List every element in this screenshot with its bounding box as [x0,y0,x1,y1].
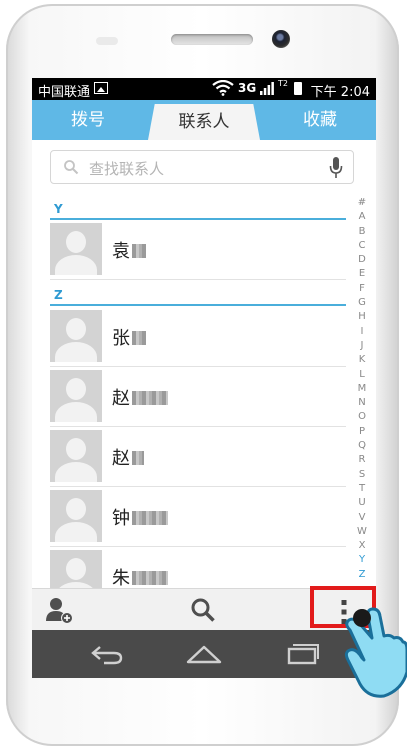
index-letter[interactable]: E [354,267,370,281]
index-letter[interactable]: A [354,210,370,224]
index-letter[interactable]: P [354,425,370,439]
index-letter[interactable]: # [354,196,370,210]
avatar [50,223,102,275]
index-letter[interactable]: G [354,296,370,310]
signal-icon [260,82,274,95]
search-input[interactable]: 查找联系人 [50,150,354,184]
battery-icon [294,82,302,95]
list-item[interactable]: 赵 [50,368,346,427]
avatar [50,430,102,482]
home-icon[interactable] [185,642,223,666]
avatar [50,370,102,422]
image-notification-icon [94,82,108,94]
list-item[interactable]: 钟 [50,488,346,547]
status-bar: 中国联通 3G T2 下午 2:04 [32,78,376,100]
contact-name: 朱 [112,564,168,590]
avatar [50,490,102,542]
section-letter: Y [54,202,63,216]
index-letter[interactable]: B [354,225,370,239]
recent-apps-icon[interactable] [282,642,320,666]
search-icon[interactable] [190,597,216,623]
search-placeholder: 查找联系人 [89,160,165,178]
avatar [50,310,102,362]
index-letter[interactable]: F [354,282,370,296]
sim2-label: T2 [278,79,288,88]
index-letter[interactable]: X [354,539,370,553]
tab-favorites[interactable]: 收藏 [264,100,376,140]
search-area: 查找联系人 [32,140,376,196]
contact-name: 张 [112,324,146,350]
system-nav-bar [32,630,376,678]
index-letter[interactable]: R [354,453,370,467]
index-letter[interactable]: I [354,325,370,339]
index-letter[interactable]: Q [354,439,370,453]
index-letter[interactable]: L [354,368,370,382]
list-item[interactable]: 张 [50,308,346,367]
list-item[interactable]: 赵 [50,428,346,487]
back-icon[interactable] [88,642,126,666]
index-letter[interactable]: W [354,525,370,539]
index-letter[interactable]: D [354,253,370,267]
front-camera [272,30,290,48]
carrier-label: 中国联通 [38,85,91,100]
section-header-z: Z [50,288,346,306]
section-header-y: Y [50,202,346,220]
index-letter[interactable]: T [354,482,370,496]
add-contact-icon[interactable] [44,595,74,625]
index-letter[interactable]: Z [354,568,370,582]
proximity-sensor [96,37,118,45]
index-letter[interactable]: J [354,339,370,353]
search-icon [64,160,79,175]
index-letter[interactable]: H [354,310,370,324]
earpiece [171,34,253,45]
alphabet-index[interactable]: # A B C D E F G H I J K L M N O P Q R S T U V W X Y Z [354,196,370,582]
contact-name: 赵 [112,444,144,470]
section-divider [50,304,346,306]
tab-contacts[interactable]: 联系人 [148,104,260,140]
index-letter[interactable]: O [354,410,370,424]
pointing-hand-icon [344,607,407,698]
list-item[interactable]: 袁 [50,221,346,280]
section-divider [50,218,346,220]
network-type: 3G [238,81,257,95]
index-letter[interactable]: K [354,353,370,367]
microphone-icon[interactable] [329,157,343,179]
section-letter: Z [54,288,63,302]
index-letter[interactable]: U [354,496,370,510]
index-letter[interactable]: V [354,511,370,525]
index-letter[interactable]: S [354,468,370,482]
index-letter[interactable]: M [354,382,370,396]
index-letter[interactable]: N [354,396,370,410]
tab-bar: 拨号 联系人 收藏 [32,100,376,140]
index-letter[interactable]: C [354,239,370,253]
wifi-icon [212,80,234,96]
clock: 下午 2:04 [310,85,370,100]
contact-name: 袁 [112,237,146,263]
index-letter[interactable]: Y [354,553,370,567]
contact-name: 钟 [112,504,168,530]
contact-name: 赵 [112,384,168,410]
tab-dialer[interactable]: 拨号 [32,100,144,140]
